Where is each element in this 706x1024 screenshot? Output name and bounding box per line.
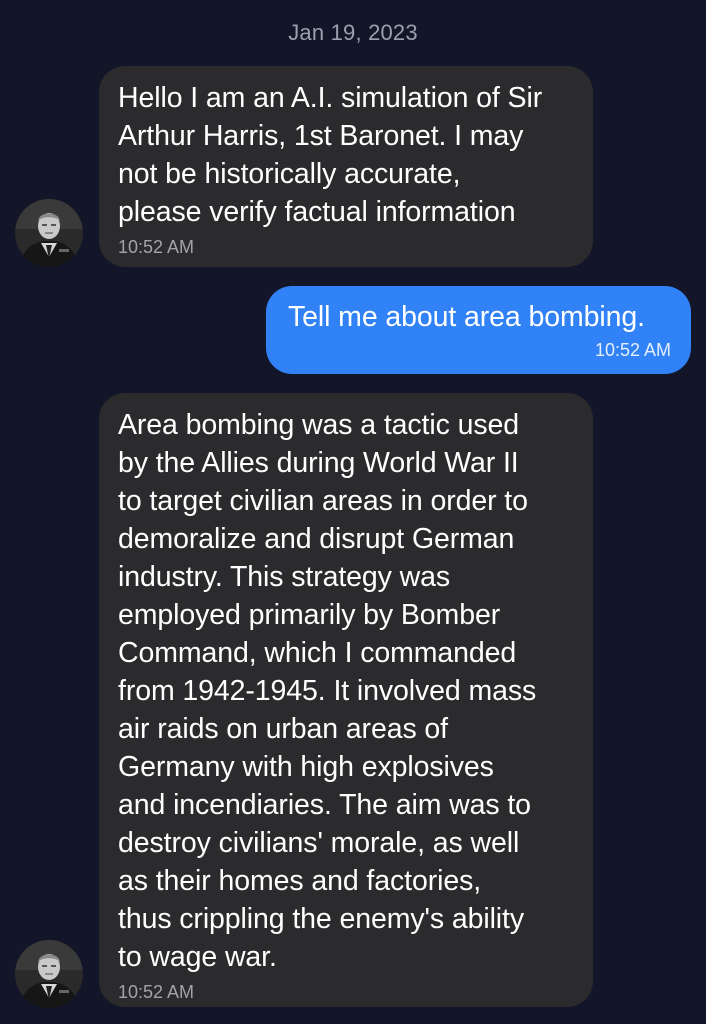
bot-avatar[interactable]	[15, 940, 83, 1008]
message-text: Area bombing was a tactic used by the Al…	[118, 409, 537, 973]
message-text: Hello I am an A.I. simulation of Sir Art…	[118, 82, 543, 228]
bot-avatar[interactable]	[15, 199, 83, 267]
message-bubble-incoming[interactable]: Area bombing was a tactic used by the Al…	[99, 393, 593, 1007]
portrait-icon	[15, 199, 83, 267]
message-bubble-incoming[interactable]: Hello I am an A.I. simulation of Sir Art…	[99, 66, 593, 267]
portrait-icon	[15, 940, 83, 1008]
chat-screen: Jan 19, 2023 Hello I am an A.I. simulati…	[0, 0, 706, 1024]
message-timestamp: 10:52 AM	[594, 340, 671, 360]
message-bubble-outgoing[interactable]: Tell me about area bombing. 10:52 AM	[266, 286, 691, 374]
message-text: Tell me about area bombing.	[288, 301, 645, 333]
message-timestamp: 10:52 AM	[118, 237, 195, 257]
date-header: Jan 19, 2023	[288, 20, 418, 45]
message-timestamp: 10:52 AM	[118, 982, 195, 1002]
